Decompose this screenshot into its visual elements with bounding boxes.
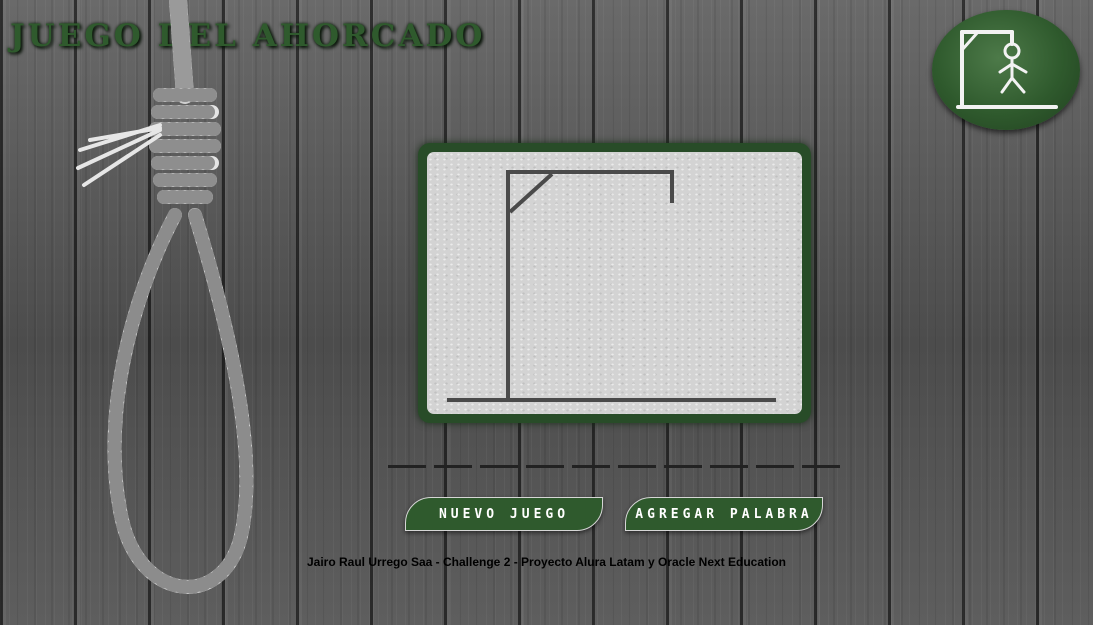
gallows-icon	[447, 170, 776, 402]
new-game-button[interactable]: NUEVO JUEGO	[405, 497, 603, 531]
noose-rope-icon	[76, 0, 254, 594]
letter-slot	[480, 465, 518, 468]
footer-credits: Jairo Raul Urrego Saa - Challenge 2 - Pr…	[306, 555, 787, 569]
letter-slot	[802, 465, 840, 468]
letter-slot	[710, 465, 748, 468]
drawing-canvas	[427, 152, 802, 414]
letter-slot	[664, 465, 702, 468]
letter-slot	[434, 465, 472, 468]
gallows-brace	[508, 172, 554, 214]
add-word-button[interactable]: AGREGAR PALABRA	[625, 497, 823, 531]
letter-slot	[572, 465, 610, 468]
hangman-board	[418, 143, 811, 423]
letter-slot	[756, 465, 794, 468]
hangman-stick-figure-icon	[956, 30, 1058, 109]
logo	[932, 10, 1080, 130]
letter-slot	[388, 465, 426, 468]
word-letter-slots	[388, 465, 848, 469]
letter-slot	[526, 465, 564, 468]
letter-slot	[618, 465, 656, 468]
